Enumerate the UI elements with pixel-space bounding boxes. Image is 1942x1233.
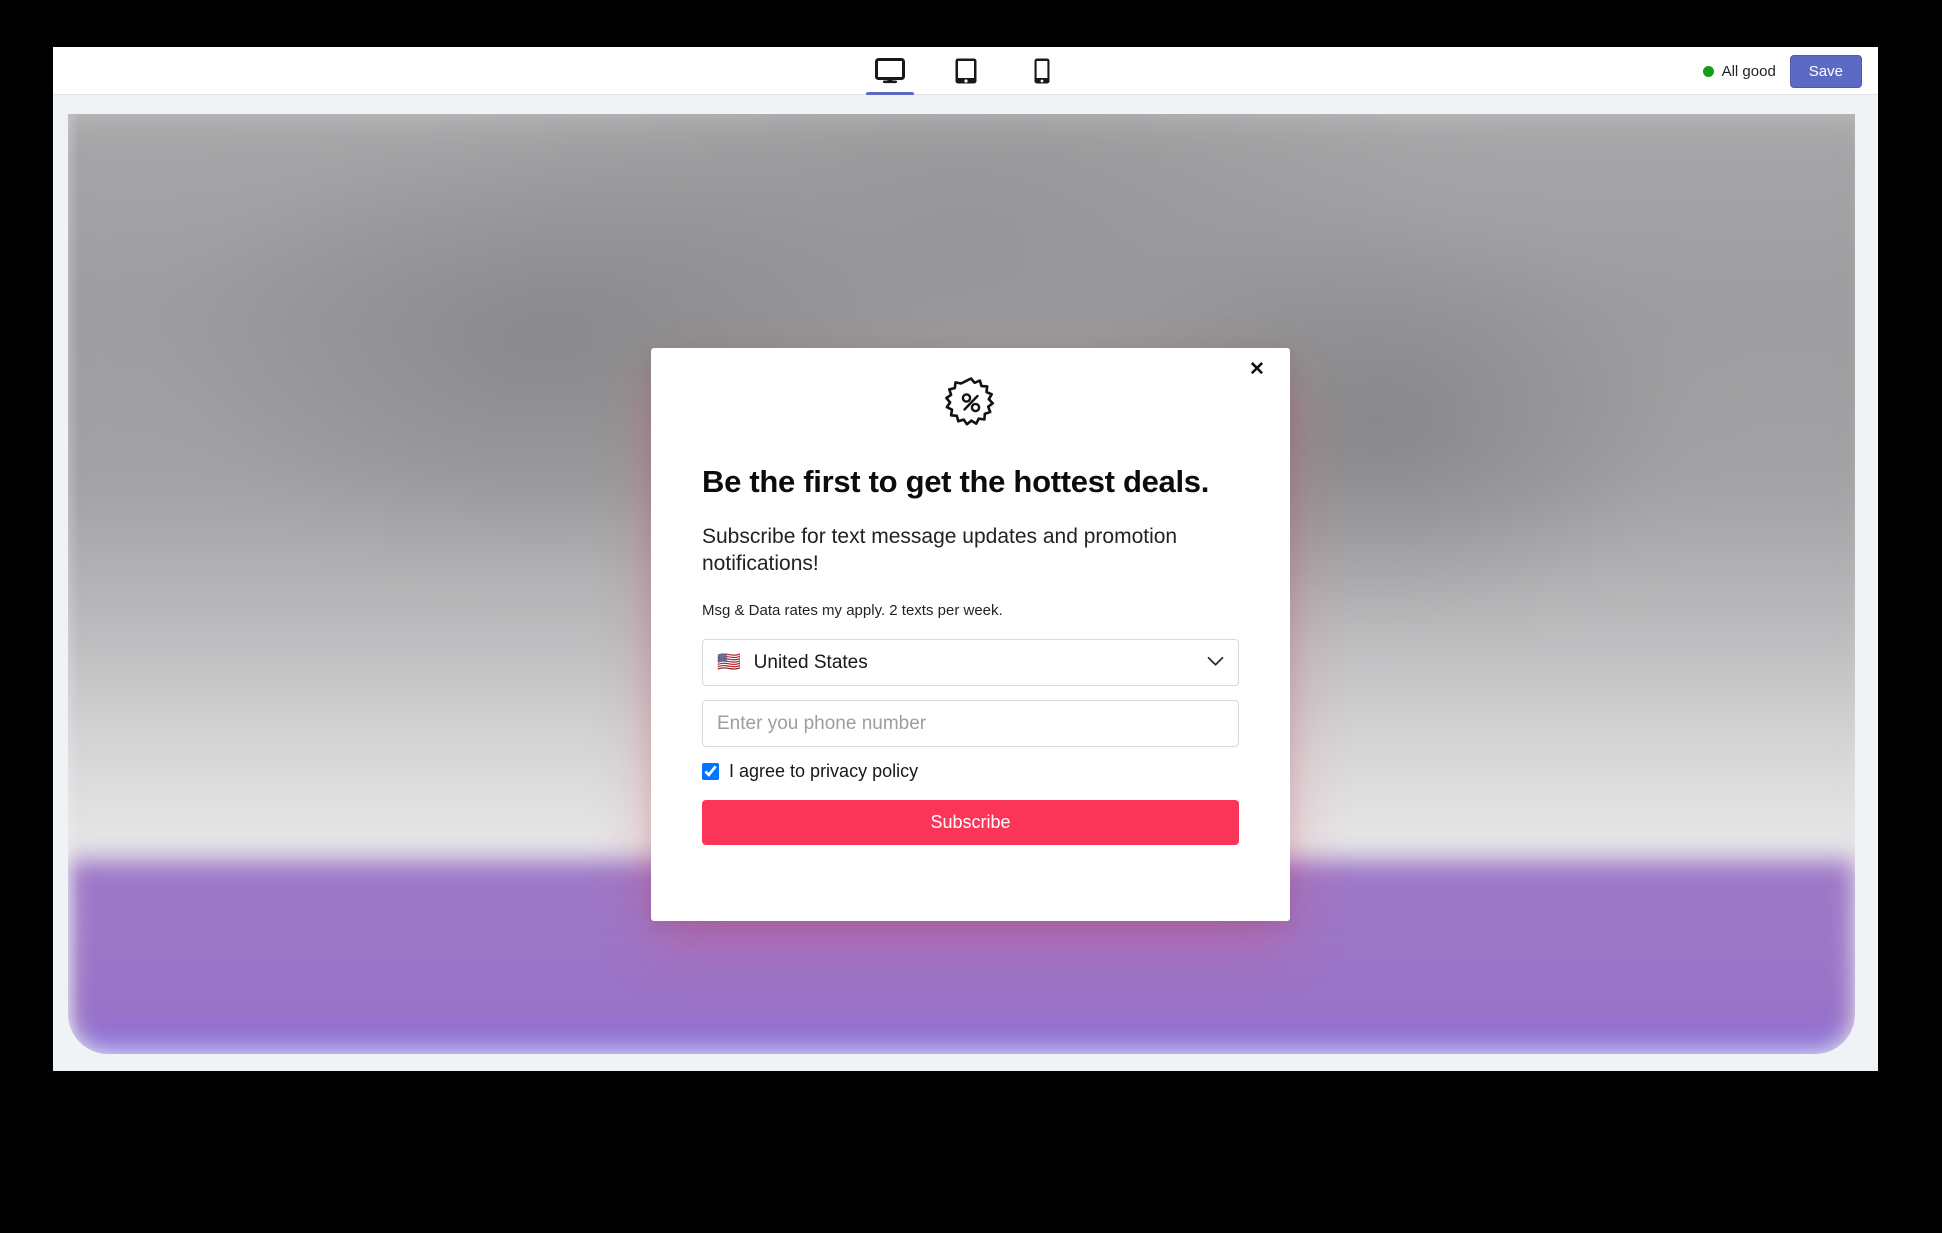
device-tab-mobile[interactable] — [1015, 47, 1069, 95]
subscribe-button[interactable]: Subscribe — [702, 800, 1239, 846]
modal-title: Be the first to get the hottest deals. — [702, 464, 1210, 499]
status-label: All good — [1721, 62, 1776, 80]
subscribe-modal: ✕ Be the first to get the hottest deals.… — [651, 348, 1290, 921]
consent-row: I agree to privacy policy — [702, 761, 1239, 782]
device-preview-tabs — [863, 47, 1069, 95]
country-select-value: United States — [753, 651, 868, 673]
tablet-icon — [954, 57, 978, 85]
desktop-icon — [874, 57, 905, 84]
mobile-icon — [1033, 57, 1051, 85]
status-dot-icon — [1702, 65, 1714, 77]
us-flag-icon: 🇺🇸 — [717, 652, 741, 674]
save-button[interactable]: Save — [1789, 54, 1862, 88]
percent-badge-icon — [943, 375, 999, 436]
phone-input[interactable] — [702, 700, 1239, 748]
modal-subtitle: Subscribe for text message updates and p… — [702, 524, 1178, 576]
device-tab-desktop[interactable] — [863, 47, 917, 95]
device-tab-tablet[interactable] — [939, 47, 993, 95]
modal-fineprint: Msg & Data rates my apply. 2 texts per w… — [702, 602, 1003, 620]
preview-stage: ✕ Be the first to get the hottest deals.… — [53, 95, 1878, 1071]
privacy-policy-checkbox[interactable] — [702, 763, 719, 781]
app-window: All good Save ✕ Be the first to get the … — [53, 47, 1878, 1071]
chevron-down-icon — [1207, 654, 1224, 672]
modal-icon-wrap — [702, 348, 1239, 436]
toolbar-actions: All good Save — [1702, 47, 1862, 95]
status-badge: All good — [1702, 62, 1776, 80]
privacy-policy-label: I agree to privacy policy — [729, 761, 919, 782]
country-select[interactable]: 🇺🇸 United States — [702, 639, 1239, 687]
editor-toolbar: All good Save — [53, 47, 1878, 95]
close-icon[interactable]: ✕ — [1244, 356, 1270, 382]
screen-root: All good Save ✕ Be the first to get the … — [0, 0, 1942, 1233]
